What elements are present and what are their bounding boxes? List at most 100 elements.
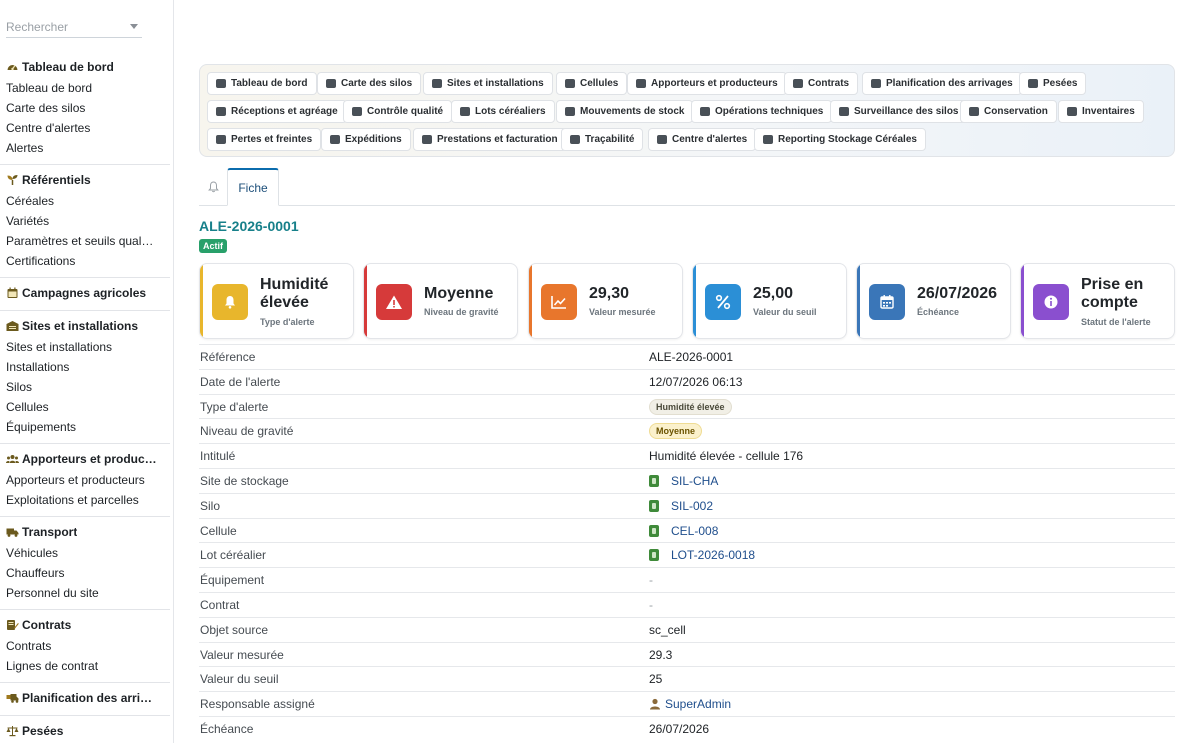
menu-pill[interactable]: Surveillance des silos <box>830 100 968 123</box>
sidebar-item[interactable]: Équipements <box>0 417 170 437</box>
menu-pill-label: Apporteurs et producteurs <box>651 78 778 89</box>
menu-pill[interactable]: Contrôle qualité <box>343 100 453 123</box>
users-icon <box>6 453 19 465</box>
field-value: sc_cell <box>649 623 686 637</box>
table-row: Silo SIL-002 <box>199 492 1175 518</box>
sidebar-section-header[interactable]: Apporteurs et produc… <box>0 448 170 470</box>
menu-pill[interactable]: Pertes et freintes <box>207 128 322 151</box>
gauge-icon <box>216 79 226 88</box>
sidebar-section-header[interactable]: Transport <box>0 521 170 543</box>
sidebar-item[interactable]: Cellules <box>0 397 170 417</box>
sidebar-section-header[interactable]: Campagnes agricoles <box>0 282 170 304</box>
sidebar-item[interactable]: Centre d'alertes <box>0 118 170 138</box>
chevron-down-icon[interactable] <box>130 24 138 29</box>
tab-notifications[interactable] <box>199 168 227 206</box>
field-value: 29.3 <box>649 648 672 662</box>
menu-pill[interactable]: Centre d'alertes <box>648 128 757 151</box>
flask-icon <box>352 107 362 116</box>
menu-pill[interactable]: Sites et installations <box>423 72 553 95</box>
field-value: ALE-2026-0001 <box>649 350 733 364</box>
record-link[interactable]: SIL-002 <box>671 499 713 513</box>
search-input[interactable]: Rechercher <box>6 16 142 38</box>
warehouse-icon <box>432 79 442 88</box>
menu-pill[interactable]: Réceptions et agréage <box>207 100 347 123</box>
menu-pill-label: Traçabilité <box>585 134 635 145</box>
table-icon <box>326 79 336 88</box>
arrows-icon <box>565 107 575 116</box>
user-icon <box>649 698 661 710</box>
menu-pill[interactable]: Prestations et facturation <box>413 128 567 151</box>
record-link[interactable]: SIL-CHA <box>671 474 718 488</box>
sidebar-item[interactable]: Chauffeurs <box>0 563 170 583</box>
sidebar-section-title: Apporteurs et produc… <box>22 452 157 466</box>
sidebar-section-header[interactable]: Tableau de bord <box>0 56 170 78</box>
sidebar-item[interactable]: Apporteurs et producteurs <box>0 470 170 490</box>
sidebar-section-header[interactable]: Planification des arri… <box>0 687 170 709</box>
sidebar-item[interactable]: Carte des silos <box>0 98 170 118</box>
menu-pill[interactable]: Pesées <box>1019 72 1087 95</box>
sidebar-item[interactable]: Contrats <box>0 636 170 656</box>
tab-fiche[interactable]: Fiche <box>227 168 279 206</box>
menu-pill[interactable]: Lots céréaliers <box>451 100 555 123</box>
sidebar-item[interactable]: Variétés <box>0 211 170 231</box>
sidebar-item[interactable]: Paramètres et seuils qual… <box>0 231 170 251</box>
search-placeholder: Rechercher <box>6 19 69 34</box>
field-label: Échéance <box>200 721 254 736</box>
field-text: 29.3 <box>649 647 673 662</box>
invoice-icon <box>422 135 432 144</box>
menu-pill[interactable]: Inventaires <box>1058 100 1144 123</box>
field-value: 25 <box>649 672 662 686</box>
sidebar-item[interactable]: Céréales <box>0 191 170 211</box>
sidebar-section-title: Planification des arri… <box>22 691 153 705</box>
sidebar-item[interactable]: Alertes <box>0 138 170 158</box>
menu-pill[interactable]: Reporting Stockage Céréales <box>754 128 926 151</box>
sidebar-item[interactable]: Véhicules <box>0 543 170 563</box>
summary-card: Prise en compte Statut de l'alerte <box>1020 263 1175 339</box>
menu-pill[interactable]: Opérations techniques <box>691 100 833 123</box>
sidebar-section-header[interactable]: Contrats <box>0 614 170 636</box>
record-link-icon <box>649 524 659 537</box>
tab-bar: Fiche <box>199 168 1175 206</box>
menu-pill[interactable]: Carte des silos <box>317 72 422 95</box>
menu-pill[interactable]: Conservation <box>960 100 1057 123</box>
sidebar-item[interactable]: Personnel du site <box>0 583 170 603</box>
sidebar-item[interactable]: Lignes de contrat <box>0 656 170 676</box>
field-value: LOT-2026-0018 <box>649 548 755 562</box>
card-value: 25,00 <box>753 285 794 302</box>
sidebar-item[interactable]: Installations <box>0 357 170 377</box>
menu-pill[interactable]: Mouvements de stock <box>556 100 694 123</box>
sidebar-item[interactable]: Exploitations et parcelles <box>0 490 170 510</box>
menu-pill[interactable]: Tableau de bord <box>207 72 317 95</box>
menu-pill[interactable]: Planification des arrivages <box>862 72 1022 95</box>
field-value: 26/07/2026 <box>649 722 709 736</box>
sidebar-section-title: Contrats <box>22 618 72 632</box>
table-row: Responsable assigné SuperAdmin <box>199 691 1175 716</box>
sidebar-section-header[interactable]: Sites et installations <box>0 315 170 337</box>
sidebar-item[interactable]: Tableau de bord <box>0 78 170 98</box>
record-link-icon <box>649 499 659 512</box>
card-accent-bar <box>693 264 696 338</box>
menu-pill[interactable]: Cellules <box>556 72 628 95</box>
sidebar-item[interactable]: Silos <box>0 377 170 397</box>
menu-pill[interactable]: Apporteurs et producteurs <box>627 72 787 95</box>
user-link[interactable]: SuperAdmin <box>665 697 731 711</box>
sidebar-section-header[interactable]: Référentiels <box>0 169 170 191</box>
field-value: SIL-002 <box>649 499 713 513</box>
menu-pill[interactable]: Expéditions <box>321 128 411 151</box>
sidebar-item[interactable]: Certifications <box>0 251 170 271</box>
sidebar-item[interactable]: Sites et installations <box>0 337 170 357</box>
sidebar-section: Campagnes agricoles <box>0 278 170 311</box>
menu-pill-label: Contrats <box>808 78 850 89</box>
sidebar-nav: Tableau de bord Tableau de bord Carte des … <box>0 52 170 743</box>
menu-pill[interactable]: Traçabilité <box>561 128 644 151</box>
sidebar-section-header[interactable]: Pesées <box>0 720 170 742</box>
record-link[interactable]: CEL-008 <box>671 524 718 538</box>
menu-pill[interactable]: Contrats <box>784 72 859 95</box>
sidebar-section: Transport Véhicules Chauffeurs Personnel du… <box>0 517 170 610</box>
value-badge: Humidité élevée <box>649 398 732 415</box>
record-link[interactable]: LOT-2026-0018 <box>671 548 755 562</box>
menu-pill-label: Contrôle qualité <box>367 106 444 117</box>
field-text: ALE-2026-0001 <box>649 350 734 364</box>
field-value: Humidité élevée <box>649 398 732 415</box>
field-label: Niveau de gravité <box>200 424 294 439</box>
